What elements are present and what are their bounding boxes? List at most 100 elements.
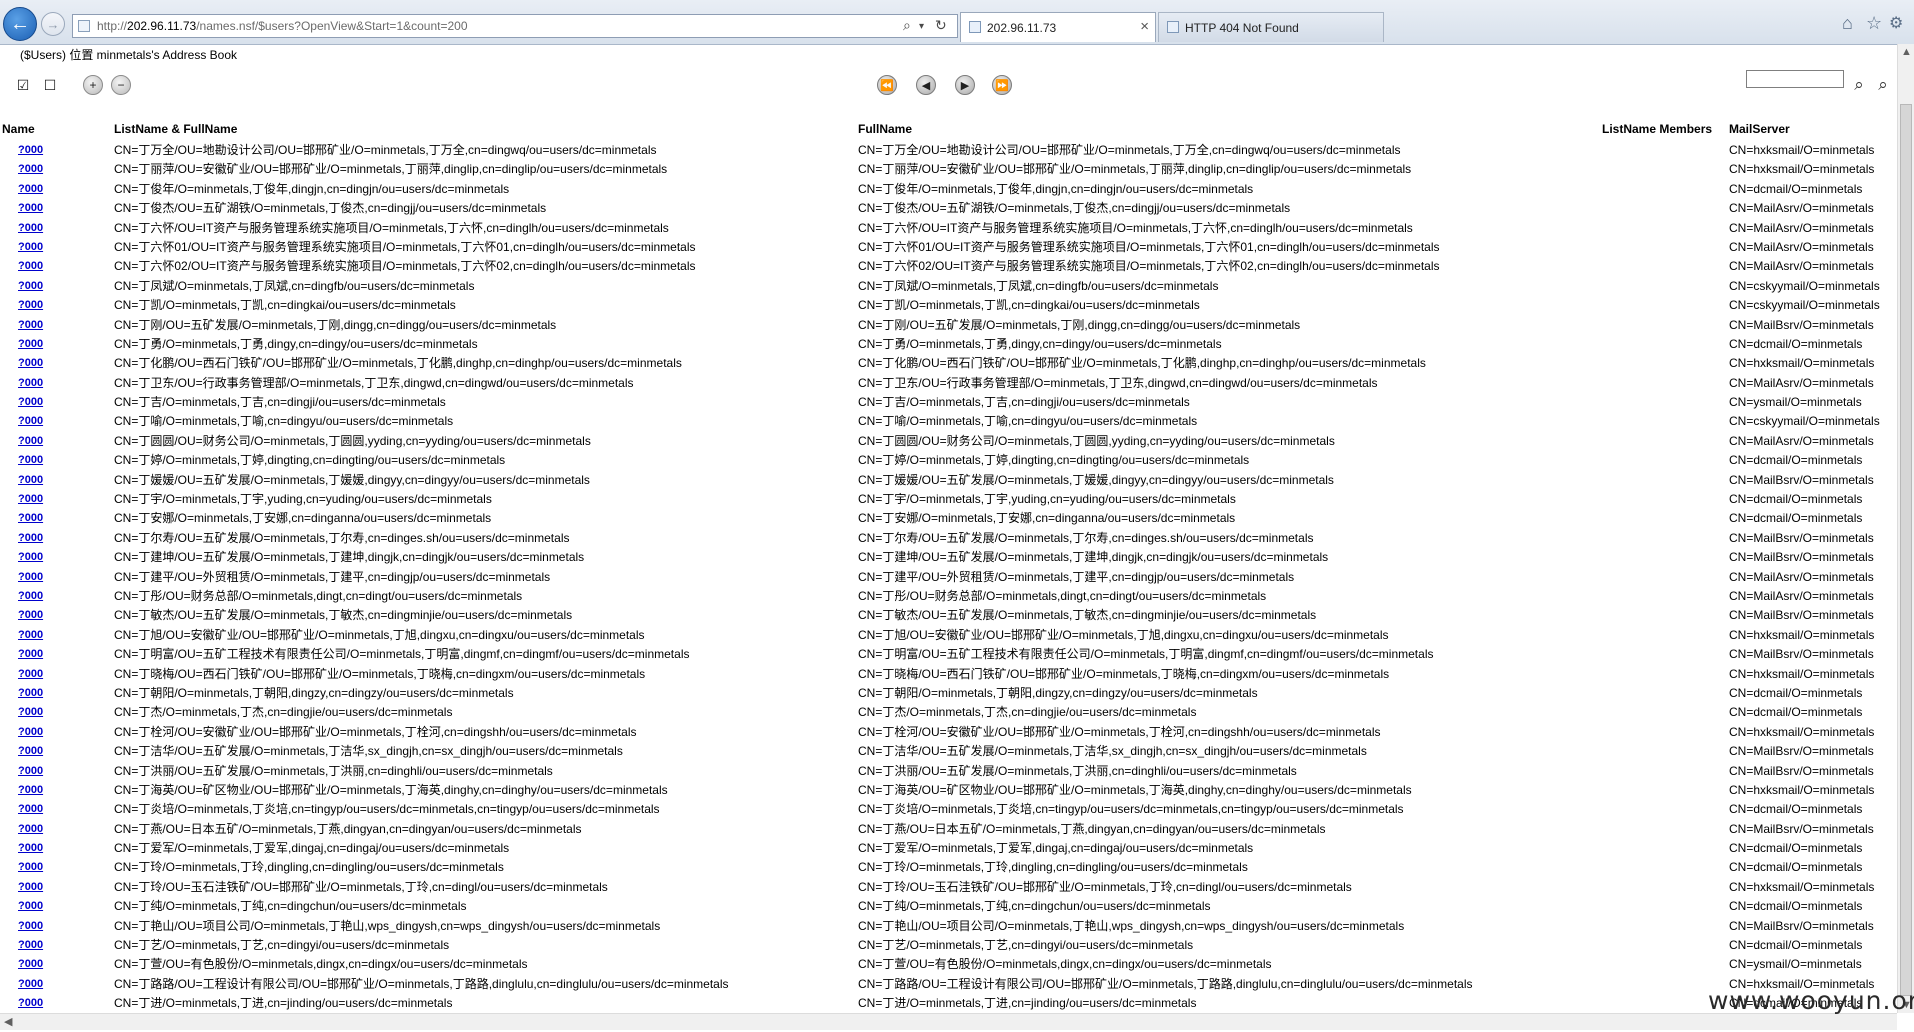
scroll-left-icon[interactable]: ◀ — [4, 1015, 12, 1028]
first-page-icon[interactable]: ⏪ — [877, 75, 897, 95]
collapse-all-icon[interactable]: − — [111, 75, 131, 95]
row-name-link[interactable]: ?000 — [18, 412, 43, 431]
row-name-link[interactable]: ?000 — [18, 645, 43, 664]
row-name-link[interactable]: ?000 — [18, 994, 43, 1013]
row-name-link[interactable]: ?000 — [18, 606, 43, 625]
vertical-scrollbar[interactable]: ▲ ▼ — [1897, 44, 1914, 1013]
row-name-link[interactable]: ?000 — [18, 626, 43, 645]
row-name-link[interactable]: ?000 — [18, 820, 43, 839]
row-fullname: CN=丁萱/OU=有色股份/O=minmetals,dingx,cn=dingx… — [858, 957, 1272, 972]
row-name-link[interactable]: ?000 — [18, 955, 43, 974]
table-row: ?000 CN=丁海英/OU=矿区物业/OU=邯邢矿业/O=minmetals,丁… — [0, 781, 1914, 800]
vertical-scroll-thumb[interactable] — [1900, 104, 1912, 996]
search-plus-icon[interactable]: ⌕ — [1848, 75, 1870, 95]
dropdown-arrow-icon[interactable]: ▾ — [919, 21, 924, 32]
row-name-link[interactable]: ?000 — [18, 471, 43, 490]
column-header-mailserver[interactable]: MailServer — [1729, 122, 1790, 136]
column-header-members[interactable]: ListName Members — [1602, 122, 1712, 136]
row-listname: CN=丁敏杰/OU=五矿发展/O=minmetals,丁敏杰,cn=dingmi… — [114, 608, 573, 623]
row-name-link[interactable]: ?000 — [18, 374, 43, 393]
refresh-icon[interactable]: ↻ — [935, 17, 947, 34]
address-url-prefix: http:// — [97, 19, 128, 33]
row-name-link[interactable]: ?000 — [18, 141, 43, 160]
row-listname: CN=丁安娜/O=minmetals,丁安娜,cn=dinganna/ou=us… — [114, 511, 492, 526]
row-name-link[interactable]: ?000 — [18, 936, 43, 955]
previous-page-icon[interactable]: ◀ — [916, 75, 936, 95]
horizontal-scrollbar[interactable]: ◀ — [0, 1013, 1897, 1030]
row-name-link[interactable]: ?000 — [18, 490, 43, 509]
row-name-link[interactable]: ?000 — [18, 199, 43, 218]
table-row: ?000 CN=丁媛媛/OU=五矿发展/O=minmetals,丁媛媛,dingy… — [0, 471, 1914, 490]
row-mailserver: CN=dcmail/O=minmetals — [1729, 453, 1863, 468]
row-name-link[interactable]: ?000 — [18, 296, 43, 315]
close-tab-icon[interactable]: × — [1140, 18, 1149, 35]
row-name-link[interactable]: ?000 — [18, 219, 43, 238]
column-header-fullname[interactable]: FullName — [858, 122, 912, 136]
row-mailserver: CN=dcmail/O=minmetals — [1729, 802, 1863, 817]
row-name-link[interactable]: ?000 — [18, 800, 43, 819]
row-name-link[interactable]: ?000 — [18, 180, 43, 199]
tab-page-icon — [969, 21, 981, 33]
row-name-link[interactable]: ?000 — [18, 839, 43, 858]
row-name-link[interactable]: ?000 — [18, 684, 43, 703]
row-name-link[interactable]: ?000 — [18, 160, 43, 179]
row-name-link[interactable]: ?000 — [18, 548, 43, 567]
row-fullname: CN=丁勇/O=minmetals,丁勇,dingy,cn=dingy/ou=u… — [858, 336, 1222, 351]
row-name-link[interactable]: ?000 — [18, 335, 43, 354]
column-header-listname[interactable]: ListName & FullName — [114, 122, 237, 136]
search-icon[interactable]: ⌕ — [903, 17, 911, 34]
star-icon[interactable]: ☆ — [1866, 13, 1882, 34]
row-name-link[interactable]: ?000 — [18, 703, 43, 722]
row-listname: CN=丁爱军/O=minmetals,丁爱军,dingaj,cn=dingaj/… — [114, 841, 510, 856]
tab-inactive[interactable]: HTTP 404 Not Found — [1158, 12, 1384, 42]
table-row: ?000 CN=丁婷/O=minmetals,丁婷,dingting,cn=din… — [0, 451, 1914, 470]
tab-active[interactable]: 202.96.11.73 × — [960, 12, 1156, 42]
row-name-link[interactable]: ?000 — [18, 529, 43, 548]
row-name-link[interactable]: ?000 — [18, 781, 43, 800]
select-all-icon[interactable]: ☑ — [13, 75, 33, 95]
row-name-link[interactable]: ?000 — [18, 316, 43, 335]
row-name-link[interactable]: ?000 — [18, 762, 43, 781]
row-name-link[interactable]: ?000 — [18, 509, 43, 528]
table-row: ?000 CN=丁宇/O=minmetals,丁宇,yuding,cn=yudin… — [0, 490, 1914, 509]
forward-button[interactable]: → — [41, 12, 65, 36]
row-name-link[interactable]: ?000 — [18, 238, 43, 257]
row-name-link[interactable]: ?000 — [18, 568, 43, 587]
row-name-link[interactable]: ?000 — [18, 878, 43, 897]
row-name-link[interactable]: ?000 — [18, 858, 43, 877]
row-name-link[interactable]: ?000 — [18, 975, 43, 994]
next-page-icon[interactable]: ▶ — [955, 75, 975, 95]
row-name-link[interactable]: ?000 — [18, 897, 43, 916]
table-row: ?000 CN=丁朝阳/O=minmetals,丁朝阳,dingzy,cn=din… — [0, 684, 1914, 703]
home-icon[interactable]: ⌂ — [1842, 13, 1853, 34]
expand-all-icon[interactable]: + — [83, 75, 103, 95]
table-row: ?000 CN=丁纯/O=minmetals,丁纯,cn=dingchun/ou=… — [0, 897, 1914, 916]
row-fullname: CN=丁吉/O=minmetals,丁吉,cn=dingji/ou=users/… — [858, 395, 1190, 410]
column-header-name[interactable]: Name — [2, 122, 35, 136]
back-button[interactable]: ← — [3, 7, 37, 41]
row-name-link[interactable]: ?000 — [18, 354, 43, 373]
browser-toolbar: ← → http://202.96.11.73/names.nsf/$users… — [0, 0, 1914, 45]
row-name-link[interactable]: ?000 — [18, 432, 43, 451]
deselect-all-icon[interactable]: ☐ — [40, 75, 60, 95]
address-bar[interactable]: http://202.96.11.73/names.nsf/$users?Ope… — [72, 14, 958, 38]
row-listname: CN=丁婷/O=minmetals,丁婷,dingting,cn=dingtin… — [114, 453, 506, 468]
search-icon[interactable]: ⌕ — [1872, 75, 1894, 95]
address-url[interactable]: http://202.96.11.73/names.nsf/$users?Ope… — [97, 19, 468, 33]
row-name-link[interactable]: ?000 — [18, 393, 43, 412]
table-row: ?000 CN=丁晓梅/OU=西石门铁矿/OU=邯邢矿业/O=minmetals,… — [0, 665, 1914, 684]
row-fullname: CN=丁凤斌/O=minmetals,丁凤斌,cn=dingfb/ou=user… — [858, 278, 1219, 293]
row-name-link[interactable]: ?000 — [18, 451, 43, 470]
row-name-link[interactable]: ?000 — [18, 742, 43, 761]
row-name-link[interactable]: ?000 — [18, 917, 43, 936]
gear-icon[interactable]: ⚙ — [1889, 13, 1903, 33]
row-name-link[interactable]: ?000 — [18, 723, 43, 742]
row-name-link[interactable]: ?000 — [18, 587, 43, 606]
row-name-link[interactable]: ?000 — [18, 257, 43, 276]
search-input[interactable] — [1746, 70, 1844, 88]
last-page-icon[interactable]: ⏩ — [992, 75, 1012, 95]
row-name-link[interactable]: ?000 — [18, 277, 43, 296]
scroll-up-icon[interactable]: ▲ — [1901, 46, 1912, 58]
row-name-link[interactable]: ?000 — [18, 665, 43, 684]
row-listname: CN=丁玲/OU=玉石洼铁矿/OU=邯邢矿业/O=minmetals,丁玲,cn… — [114, 879, 608, 894]
